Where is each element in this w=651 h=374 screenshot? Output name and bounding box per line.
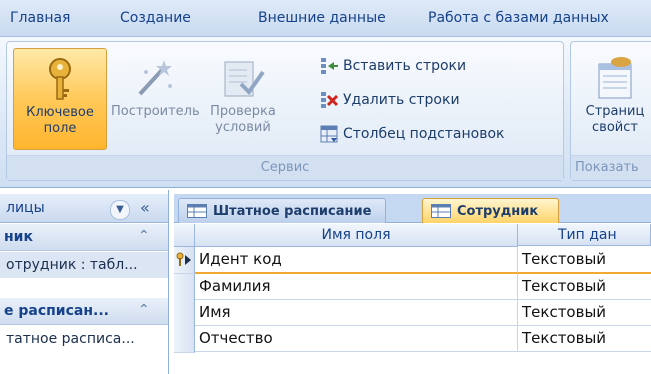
nav-item-staffing-table[interactable]: татное расписа... xyxy=(0,326,168,352)
nav-pane-header[interactable]: лицы ▼ « xyxy=(0,194,168,223)
field-name-cell[interactable]: Имя xyxy=(195,300,518,326)
tab-home[interactable]: Главная xyxy=(10,10,70,26)
tab-external-data[interactable]: Внешние данные xyxy=(258,10,386,26)
nav-item-employee-table[interactable]: отрудник : табл... xyxy=(0,252,168,278)
group-show: Страниц свойст Показать xyxy=(570,41,651,181)
delete-rows-label: Удалить строки xyxy=(343,92,460,108)
insert-rows-button[interactable]: Вставить строки xyxy=(319,54,466,78)
nav-pane-title: лицы xyxy=(6,200,45,216)
column-header-field-name[interactable]: Имя поля xyxy=(195,224,518,247)
chevron-down-icon[interactable]: ▼ xyxy=(110,200,130,220)
nav-item-label: татное расписа... xyxy=(6,331,135,347)
select-all-corner[interactable] xyxy=(174,224,195,247)
doc-tab-staffing[interactable]: Штатное расписание xyxy=(178,198,387,223)
delete-rows-icon xyxy=(321,92,339,108)
key-icon xyxy=(49,58,71,100)
key-field-button[interactable]: Ключевое поле xyxy=(13,48,107,150)
nav-group-employees[interactable]: ник ⌃ xyxy=(0,224,168,251)
ribbon: Ключевое поле Построитель Проверка услов… xyxy=(0,36,651,188)
builder-wand-icon xyxy=(138,60,172,96)
doc-tab-label: Сотрудник xyxy=(457,203,539,219)
key-field-label: Ключевое поле xyxy=(26,105,94,136)
navigation-pane: лицы ▼ « ник ⌃ отрудник : табл... е расп… xyxy=(0,190,169,374)
document-tab-bar: Штатное расписание Сотрудник xyxy=(174,194,651,223)
table-icon xyxy=(187,204,207,218)
field-name-cell[interactable]: Фамилия xyxy=(195,274,518,300)
data-type-cell[interactable]: Текстовый xyxy=(518,247,651,274)
group-service: Ключевое поле Построитель Проверка услов… xyxy=(6,41,564,181)
ribbon-tab-bar: Главная Создание Внешние данные Работа с… xyxy=(0,0,651,36)
nav-group-label: е расписан... xyxy=(4,303,109,319)
builder-label: Построитель xyxy=(111,104,200,119)
field-name-cell[interactable]: Идент код xyxy=(195,247,518,274)
doc-tab-label: Штатное расписание xyxy=(213,203,372,219)
lookup-column-icon xyxy=(320,125,338,143)
builder-button[interactable]: Построитель xyxy=(111,48,200,148)
nav-group-staffing[interactable]: е расписан... ⌃ xyxy=(0,298,168,325)
column-header-data-type[interactable]: Тип дан xyxy=(518,224,651,246)
insert-rows-label: Вставить строки xyxy=(343,58,467,74)
data-type-cell[interactable]: Текстовый xyxy=(518,300,651,326)
validate-rules-label: Проверка условий xyxy=(210,104,276,135)
group-show-label: Показать xyxy=(571,155,651,180)
group-service-label: Сервис xyxy=(7,155,563,180)
doc-tab-employee[interactable]: Сотрудник xyxy=(422,198,560,223)
row-selector[interactable] xyxy=(174,247,195,274)
lookup-column-label: Столбец подстановок xyxy=(343,126,505,142)
row-selector[interactable] xyxy=(174,274,195,301)
property-sheet-button[interactable]: Страниц свойст xyxy=(573,48,651,148)
collapse-pane-icon[interactable]: « xyxy=(140,198,150,217)
validate-rules-button[interactable]: Проверка условий xyxy=(203,48,283,148)
nav-item-label: отрудник : табл... xyxy=(6,257,138,273)
nav-group-label: ник xyxy=(4,229,33,245)
data-type-cell[interactable]: Текстовый xyxy=(518,326,651,352)
insert-rows-icon xyxy=(321,58,338,74)
table-design-grid: Имя поля Тип дан Идент код Текстовый Фам… xyxy=(174,224,651,374)
property-sheet-label: Страниц свойст xyxy=(585,104,645,135)
data-type-cell[interactable]: Текстовый xyxy=(518,274,651,300)
row-selector[interactable] xyxy=(174,326,195,353)
lookup-column-button[interactable]: Столбец подстановок xyxy=(319,122,505,146)
collapse-group-icon: ⌃ xyxy=(138,302,150,318)
primary-key-current-row-icon xyxy=(176,252,191,266)
row-selector[interactable] xyxy=(174,300,195,327)
check-rules-icon xyxy=(224,61,265,97)
collapse-group-icon: ⌃ xyxy=(138,228,150,244)
field-name-cell[interactable]: Отчество xyxy=(195,326,518,352)
property-sheet-icon xyxy=(598,57,632,99)
tab-create[interactable]: Создание xyxy=(120,10,191,26)
delete-rows-button[interactable]: Удалить строки xyxy=(319,88,460,112)
tab-database-tools[interactable]: Работа с базами данных xyxy=(428,10,609,26)
table-icon xyxy=(431,204,451,218)
